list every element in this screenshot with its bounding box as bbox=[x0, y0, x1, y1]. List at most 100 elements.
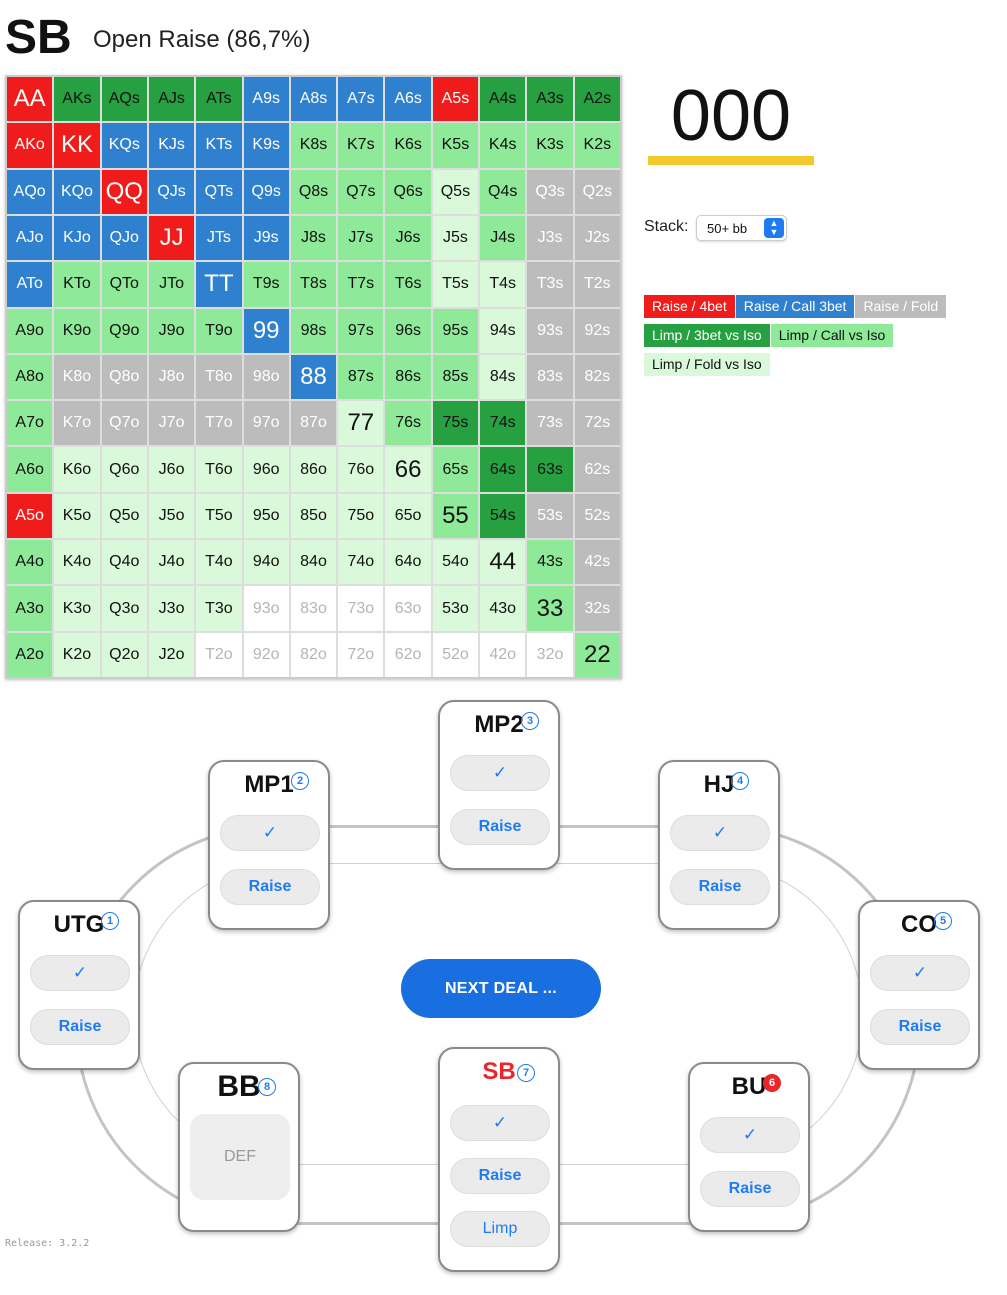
hand-cell[interactable]: J2s bbox=[574, 215, 620, 261]
hand-cell[interactable]: AKo bbox=[7, 123, 53, 168]
hand-cell[interactable]: Q6o bbox=[101, 447, 147, 492]
hand-cell[interactable]: QJo bbox=[101, 215, 147, 261]
hand-cell[interactable]: AJs bbox=[148, 77, 195, 122]
hand-cell[interactable]: ATs bbox=[196, 77, 242, 122]
hand-cell[interactable]: J3o bbox=[148, 586, 195, 631]
hand-cell[interactable]: Q2o bbox=[101, 632, 147, 677]
hand-cell[interactable]: QQ bbox=[101, 169, 147, 214]
hand-cell[interactable]: 88 bbox=[290, 354, 337, 400]
hand-cell[interactable]: AQs bbox=[101, 77, 147, 122]
hand-cell[interactable]: 75o bbox=[338, 493, 384, 539]
hand-cell[interactable]: 33 bbox=[527, 586, 573, 631]
hand-cell[interactable]: T9o bbox=[196, 308, 242, 353]
hand-cell[interactable]: 52s bbox=[574, 493, 620, 539]
hand-cell[interactable]: J4o bbox=[148, 540, 195, 585]
hand-cell[interactable]: T5o bbox=[196, 493, 242, 539]
hand-cell[interactable]: 85o bbox=[290, 493, 337, 539]
hand-cell[interactable]: 52o bbox=[432, 632, 479, 677]
hand-cell[interactable]: A5o bbox=[7, 493, 53, 539]
hand-cell[interactable]: T3s bbox=[527, 262, 573, 307]
hand-cell[interactable]: J6s bbox=[385, 215, 431, 261]
hand-cell[interactable]: 86o bbox=[290, 447, 337, 492]
hand-cell[interactable]: Q3s bbox=[527, 169, 573, 214]
hand-cell[interactable]: Q3o bbox=[101, 586, 147, 631]
hand-cell[interactable]: J7s bbox=[338, 215, 384, 261]
hand-cell[interactable]: JJ bbox=[148, 215, 195, 261]
hand-cell[interactable]: Q4o bbox=[101, 540, 147, 585]
hand-cell[interactable]: 73s bbox=[527, 401, 573, 446]
hand-cell[interactable]: T8s bbox=[290, 262, 337, 307]
hand-cell[interactable]: T6s bbox=[385, 262, 431, 307]
hand-cell[interactable]: T7o bbox=[196, 401, 242, 446]
hand-cell[interactable]: 84s bbox=[480, 354, 526, 400]
hand-cell[interactable]: J5s bbox=[432, 215, 479, 261]
hand-cell[interactable]: K9s bbox=[243, 123, 289, 168]
hand-cell[interactable]: 66 bbox=[385, 447, 431, 492]
hand-cell[interactable]: K6o bbox=[54, 447, 100, 492]
hand-cell[interactable]: A5s bbox=[432, 77, 479, 122]
hand-cell[interactable]: K6s bbox=[385, 123, 431, 168]
hand-cell[interactable]: 82s bbox=[574, 354, 620, 400]
hand-cell[interactable]: J9o bbox=[148, 308, 195, 353]
hand-cell[interactable]: KJo bbox=[54, 215, 100, 261]
hand-cell[interactable]: 64s bbox=[480, 447, 526, 492]
hand-cell[interactable]: 32o bbox=[527, 632, 573, 677]
check-button[interactable]: ✓ bbox=[700, 1117, 800, 1153]
hand-cell[interactable]: K7s bbox=[338, 123, 384, 168]
hand-cell[interactable]: J9s bbox=[243, 215, 289, 261]
hand-cell[interactable]: J4s bbox=[480, 215, 526, 261]
hand-cell[interactable]: J3s bbox=[527, 215, 573, 261]
hand-cell[interactable]: T2o bbox=[196, 632, 242, 677]
stack-select[interactable]: 50+ bb ▲ ▼ bbox=[696, 215, 787, 241]
hand-cell[interactable]: 74s bbox=[480, 401, 526, 446]
hand-cell[interactable]: KQo bbox=[54, 169, 100, 214]
raise-button[interactable]: Raise bbox=[670, 869, 770, 905]
hand-cell[interactable]: 77 bbox=[338, 401, 384, 446]
raise-button[interactable]: Raise bbox=[450, 809, 550, 845]
hand-cell[interactable]: 54o bbox=[432, 540, 479, 585]
hand-cell[interactable]: 93o bbox=[243, 586, 289, 631]
hand-cell[interactable]: 83s bbox=[527, 354, 573, 400]
hand-cell[interactable]: 87o bbox=[290, 401, 337, 446]
hand-cell[interactable]: 44 bbox=[480, 540, 526, 585]
hand-cell[interactable]: K2s bbox=[574, 123, 620, 168]
hand-cell[interactable]: 65s bbox=[432, 447, 479, 492]
hand-cell[interactable]: K4s bbox=[480, 123, 526, 168]
hand-cell[interactable]: J6o bbox=[148, 447, 195, 492]
hand-cell[interactable]: 55 bbox=[432, 493, 479, 539]
hand-cell[interactable]: A3o bbox=[7, 586, 53, 631]
hand-cell[interactable]: AJo bbox=[7, 215, 53, 261]
hand-cell[interactable]: T3o bbox=[196, 586, 242, 631]
hand-cell[interactable]: 53s bbox=[527, 493, 573, 539]
hand-cell[interactable]: J2o bbox=[148, 632, 195, 677]
hand-cell[interactable]: KTo bbox=[54, 262, 100, 307]
hand-cell[interactable]: 92s bbox=[574, 308, 620, 353]
hand-cell[interactable]: 96o bbox=[243, 447, 289, 492]
next-deal-button[interactable]: NEXT DEAL ... bbox=[401, 959, 601, 1018]
hand-cell[interactable]: 75s bbox=[432, 401, 479, 446]
hand-cell[interactable]: 76o bbox=[338, 447, 384, 492]
hand-cell[interactable]: A8o bbox=[7, 354, 53, 400]
hand-cell[interactable]: Q7s bbox=[338, 169, 384, 214]
hand-cell[interactable]: 32s bbox=[574, 586, 620, 631]
hand-cell[interactable]: J7o bbox=[148, 401, 195, 446]
hand-cell[interactable]: K5o bbox=[54, 493, 100, 539]
hand-cell[interactable]: 42o bbox=[480, 632, 526, 677]
hand-cell[interactable]: 97s bbox=[338, 308, 384, 353]
check-button[interactable]: ✓ bbox=[450, 1105, 550, 1141]
hand-cell[interactable]: 85s bbox=[432, 354, 479, 400]
hand-cell[interactable]: 83o bbox=[290, 586, 337, 631]
hand-cell[interactable]: Q7o bbox=[101, 401, 147, 446]
hand-cell[interactable]: 53o bbox=[432, 586, 479, 631]
hand-cell[interactable]: 54s bbox=[480, 493, 526, 539]
hand-cell[interactable]: Q2s bbox=[574, 169, 620, 214]
hand-cell[interactable]: 62s bbox=[574, 447, 620, 492]
hand-cell[interactable]: T6o bbox=[196, 447, 242, 492]
hand-cell[interactable]: K8s bbox=[290, 123, 337, 168]
hand-cell[interactable]: 72s bbox=[574, 401, 620, 446]
hand-cell[interactable]: 97o bbox=[243, 401, 289, 446]
hand-cell[interactable]: Q4s bbox=[480, 169, 526, 214]
hand-cell[interactable]: 72o bbox=[338, 632, 384, 677]
hand-cell[interactable]: JTs bbox=[196, 215, 242, 261]
raise-button[interactable]: Raise bbox=[30, 1009, 130, 1045]
